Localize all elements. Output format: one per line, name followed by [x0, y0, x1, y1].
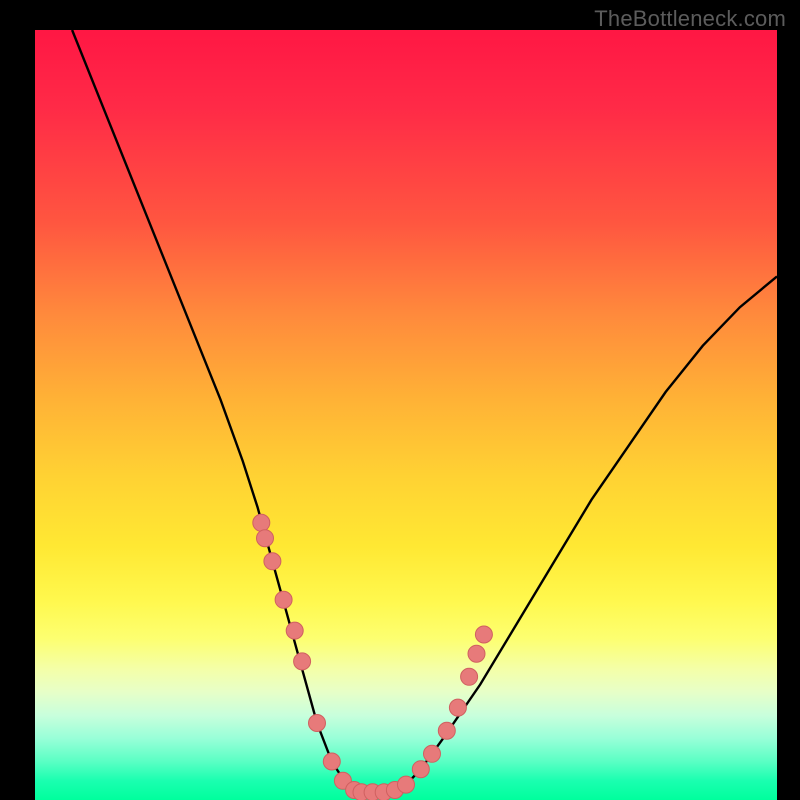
marker-dot	[461, 668, 478, 685]
highlighted-points	[253, 514, 493, 800]
marker-dot	[294, 653, 311, 670]
marker-dot	[398, 776, 415, 793]
marker-dot	[264, 553, 281, 570]
marker-dot	[412, 761, 429, 778]
chart-plot-area	[35, 30, 777, 800]
marker-dot	[275, 591, 292, 608]
marker-dot	[475, 626, 492, 643]
chart-frame: TheBottleneck.com	[0, 0, 800, 800]
marker-dot	[323, 753, 340, 770]
marker-dot	[438, 722, 455, 739]
marker-dot	[257, 530, 274, 547]
marker-dot	[286, 622, 303, 639]
watermark-text: TheBottleneck.com	[594, 6, 786, 32]
marker-dot	[449, 699, 466, 716]
bottleneck-curve	[72, 30, 777, 792]
marker-dot	[468, 645, 485, 662]
marker-dot	[424, 745, 441, 762]
marker-dot	[309, 715, 326, 732]
marker-dot	[253, 514, 270, 531]
chart-svg	[35, 30, 777, 800]
